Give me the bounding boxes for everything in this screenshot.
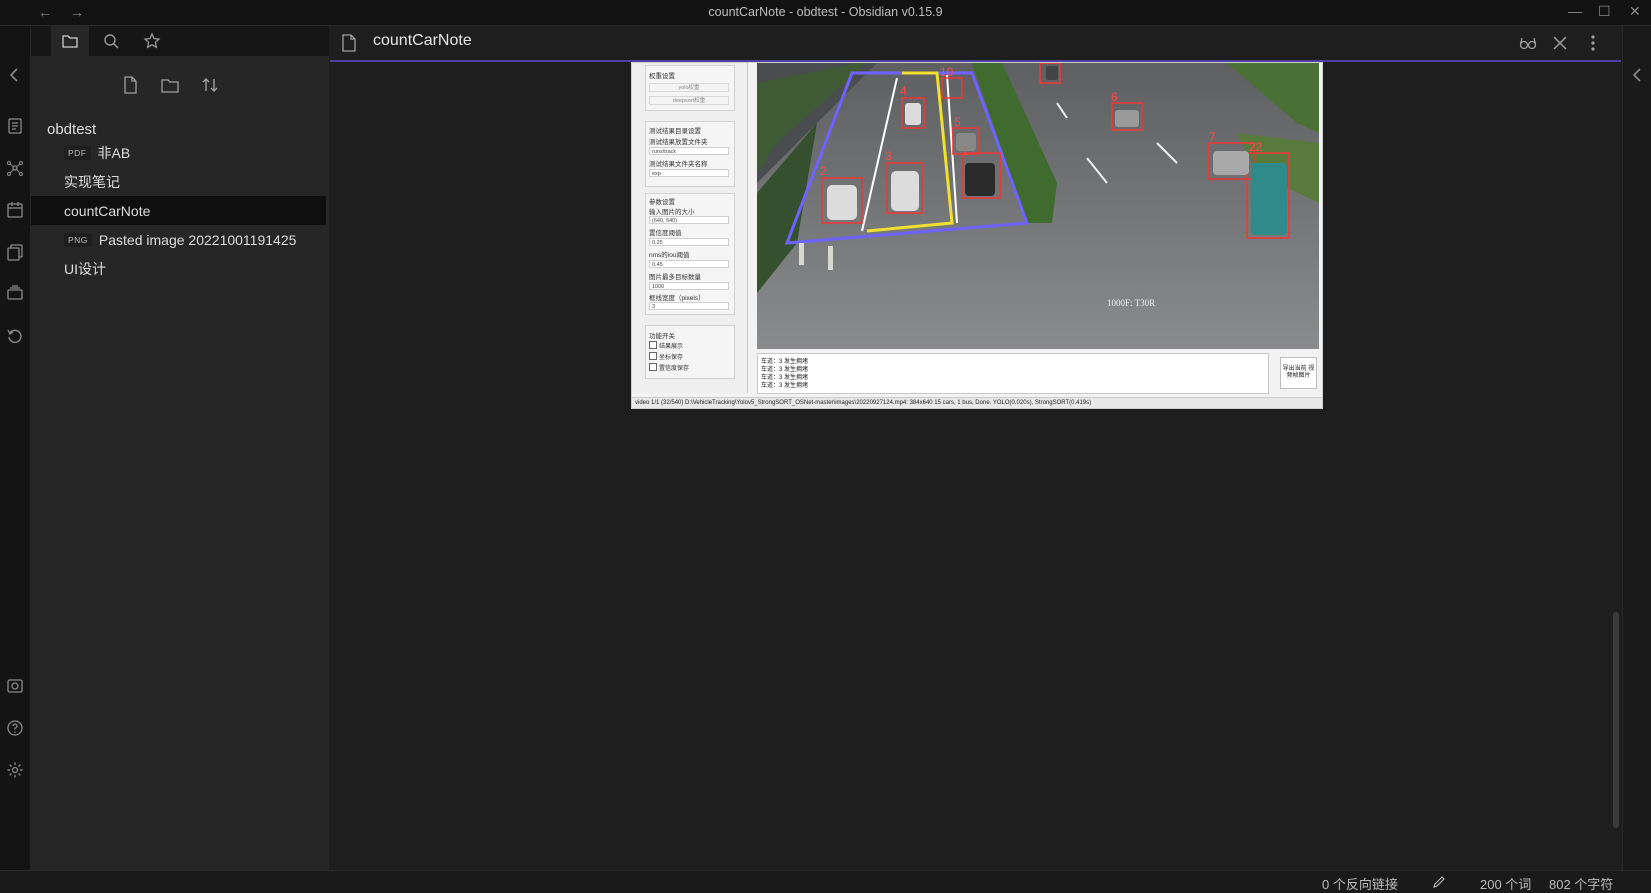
- file-name: 非AB: [97, 144, 131, 161]
- vault-name[interactable]: obdtest: [47, 121, 96, 138]
- maxdet-field: 1000: [649, 282, 729, 290]
- tab-starred[interactable]: [133, 26, 171, 56]
- file-item-active[interactable]: countCarNote: [31, 196, 326, 225]
- new-note-button[interactable]: [117, 72, 143, 98]
- new-file-icon: [124, 76, 137, 94]
- deepsort-weight-button: deepsort权重: [649, 96, 729, 105]
- file-item[interactable]: UI设计: [31, 254, 326, 283]
- quick-switcher-icon[interactable]: [6, 117, 24, 135]
- collapse-sidebar-icon[interactable]: [6, 66, 24, 84]
- file-explorer-sidebar: obdtest PDF 非AB 实现笔记 countCarNote PNG Pa…: [31, 26, 329, 870]
- embedded-image[interactable]: 权重设置 yolo权重 deepsort权重 测试结果目录设置 测试结果放置文件…: [631, 62, 1323, 409]
- box-label: 6: [1111, 90, 1118, 104]
- reading-mode-glasses-icon[interactable]: [1518, 33, 1538, 53]
- expand-right-sidebar-icon[interactable]: [1629, 66, 1647, 84]
- embedded-status-line: video 1/1 (32/540) D:\VehicleTracking\Yo…: [632, 397, 1322, 408]
- box-label: 3: [885, 149, 892, 163]
- weights-title: 权重设置: [649, 73, 675, 80]
- check-save-coords: 坐标保存: [649, 352, 683, 361]
- star-icon: [143, 32, 161, 49]
- word-count: 200 个词: [1480, 877, 1532, 892]
- view-title[interactable]: countCarNote: [373, 32, 472, 50]
- right-sidebar-collapsed: [1622, 26, 1651, 870]
- video-overlay-text: 1000F: T30R: [1107, 298, 1155, 308]
- file-name: 实现笔记: [64, 173, 120, 190]
- more-options-icon[interactable]: [1583, 33, 1603, 53]
- result-title: 测试结果目录设置: [649, 128, 701, 135]
- search-icon: [104, 34, 119, 49]
- box-label: 7: [1209, 130, 1216, 144]
- result-name-label: 测试结果文件夹名称: [649, 161, 708, 168]
- tab-search[interactable]: [92, 26, 130, 56]
- result-dir-label: 测试结果放置文件夹: [649, 139, 708, 146]
- sort-button[interactable]: [197, 72, 223, 98]
- title-bar: ← → countCarNote - obdtest - Obsidian v0…: [0, 0, 1651, 26]
- backlinks-count[interactable]: 0 个反向链接: [1322, 874, 1398, 893]
- yolo-weight-button: yolo权重: [649, 83, 729, 92]
- conf-label: 置信度阈值: [649, 230, 682, 237]
- file-explorer-actions: [31, 72, 329, 106]
- box-label: 10: [940, 65, 954, 79]
- check-show-result: 结果展示: [649, 341, 683, 350]
- sort-arrows-icon: [202, 78, 218, 92]
- line-field: 3: [649, 302, 729, 310]
- box-label: 4: [900, 84, 907, 98]
- window-title: countCarNote - obdtest - Obsidian v0.15.…: [708, 5, 943, 19]
- func-title: 功能开关: [649, 333, 675, 340]
- box-label: 1: [962, 144, 969, 158]
- history-icon[interactable]: [6, 327, 24, 345]
- line-label: 框线宽度（pixels）: [649, 295, 705, 302]
- config-panel: 权重设置 yolo权重 deepsort权重 测试结果目录设置 测试结果放置文件…: [632, 63, 748, 393]
- graph-view-icon[interactable]: [6, 159, 24, 177]
- document-icon: [342, 34, 356, 52]
- left-ribbon: [0, 26, 31, 870]
- slides-icon[interactable]: [6, 285, 24, 303]
- file-name: countCarNote: [64, 202, 151, 219]
- new-folder-icon: [161, 79, 179, 93]
- edit-mode-pencil-icon[interactable]: [1432, 875, 1446, 889]
- check-save-conf: 置信度保存: [649, 363, 689, 372]
- folder-icon: [62, 35, 78, 48]
- close-tab-icon[interactable]: [1550, 33, 1570, 53]
- img-size-label: 输入图片的大小: [649, 209, 695, 216]
- log-output: 车道：3 发生拥堵 车道：3 发生拥堵 车道：3 发生拥堵 车道：3 发生拥堵: [757, 353, 1269, 394]
- close-icon[interactable]: ✕: [1629, 3, 1641, 20]
- help-icon[interactable]: [6, 719, 24, 737]
- iou-field: 0.45: [649, 260, 729, 268]
- new-folder-button[interactable]: [157, 72, 183, 98]
- maxdet-label: 图片最多目标数量: [649, 274, 701, 281]
- file-type-tag: PDF: [64, 145, 91, 160]
- templates-icon[interactable]: [6, 243, 24, 261]
- view-header: countCarNote: [330, 26, 1621, 62]
- note-content[interactable]: 权重设置 yolo权重 deepsort权重 测试结果目录设置 测试结果放置文件…: [330, 62, 1621, 870]
- status-bar: 0 个反向链接 200 个词 802 个字符: [0, 870, 1651, 893]
- img-size-field: (640, 640): [649, 216, 729, 224]
- editor-pane: countCarNote 权重设置 yolo权重 deepsort权重 测试结果…: [330, 26, 1621, 870]
- file-item[interactable]: PDF 非AB: [31, 138, 326, 167]
- file-type-tag: PNG: [64, 232, 92, 247]
- conf-field: 0.25: [649, 238, 729, 246]
- scrollbar-thumb[interactable]: [1613, 612, 1619, 828]
- tab-file-explorer[interactable]: [51, 26, 89, 56]
- settings-gear-icon[interactable]: [6, 761, 24, 779]
- file-name: UI设计: [64, 260, 106, 277]
- daily-note-icon[interactable]: [6, 201, 24, 219]
- sidebar-tab-bar: [31, 26, 329, 56]
- traffic-video-frame: 1 2 3 4 5 6 7 10 22 1000F: T30R: [757, 63, 1319, 349]
- params-title: 参数设置: [649, 199, 675, 206]
- maximize-icon[interactable]: ☐: [1598, 3, 1611, 20]
- export-frame-button: 导出当前 视频帧图片: [1280, 357, 1317, 389]
- iou-label: nms的iou阈值: [649, 252, 690, 259]
- file-item[interactable]: PNG Pasted image 20221001191425: [31, 225, 326, 254]
- result-dir-field: runs\track: [649, 147, 729, 155]
- box-label: 5: [954, 115, 961, 129]
- box-label: 22: [1249, 140, 1263, 154]
- file-item[interactable]: 实现笔记: [31, 167, 326, 196]
- file-name: Pasted image 20221001191425: [98, 231, 297, 248]
- result-name-field: exp: [649, 169, 729, 177]
- vault-switch-icon[interactable]: [6, 677, 24, 695]
- minimize-icon[interactable]: —: [1568, 3, 1582, 19]
- box-label: 2: [820, 164, 827, 178]
- char-count: 802 个字符: [1549, 877, 1614, 892]
